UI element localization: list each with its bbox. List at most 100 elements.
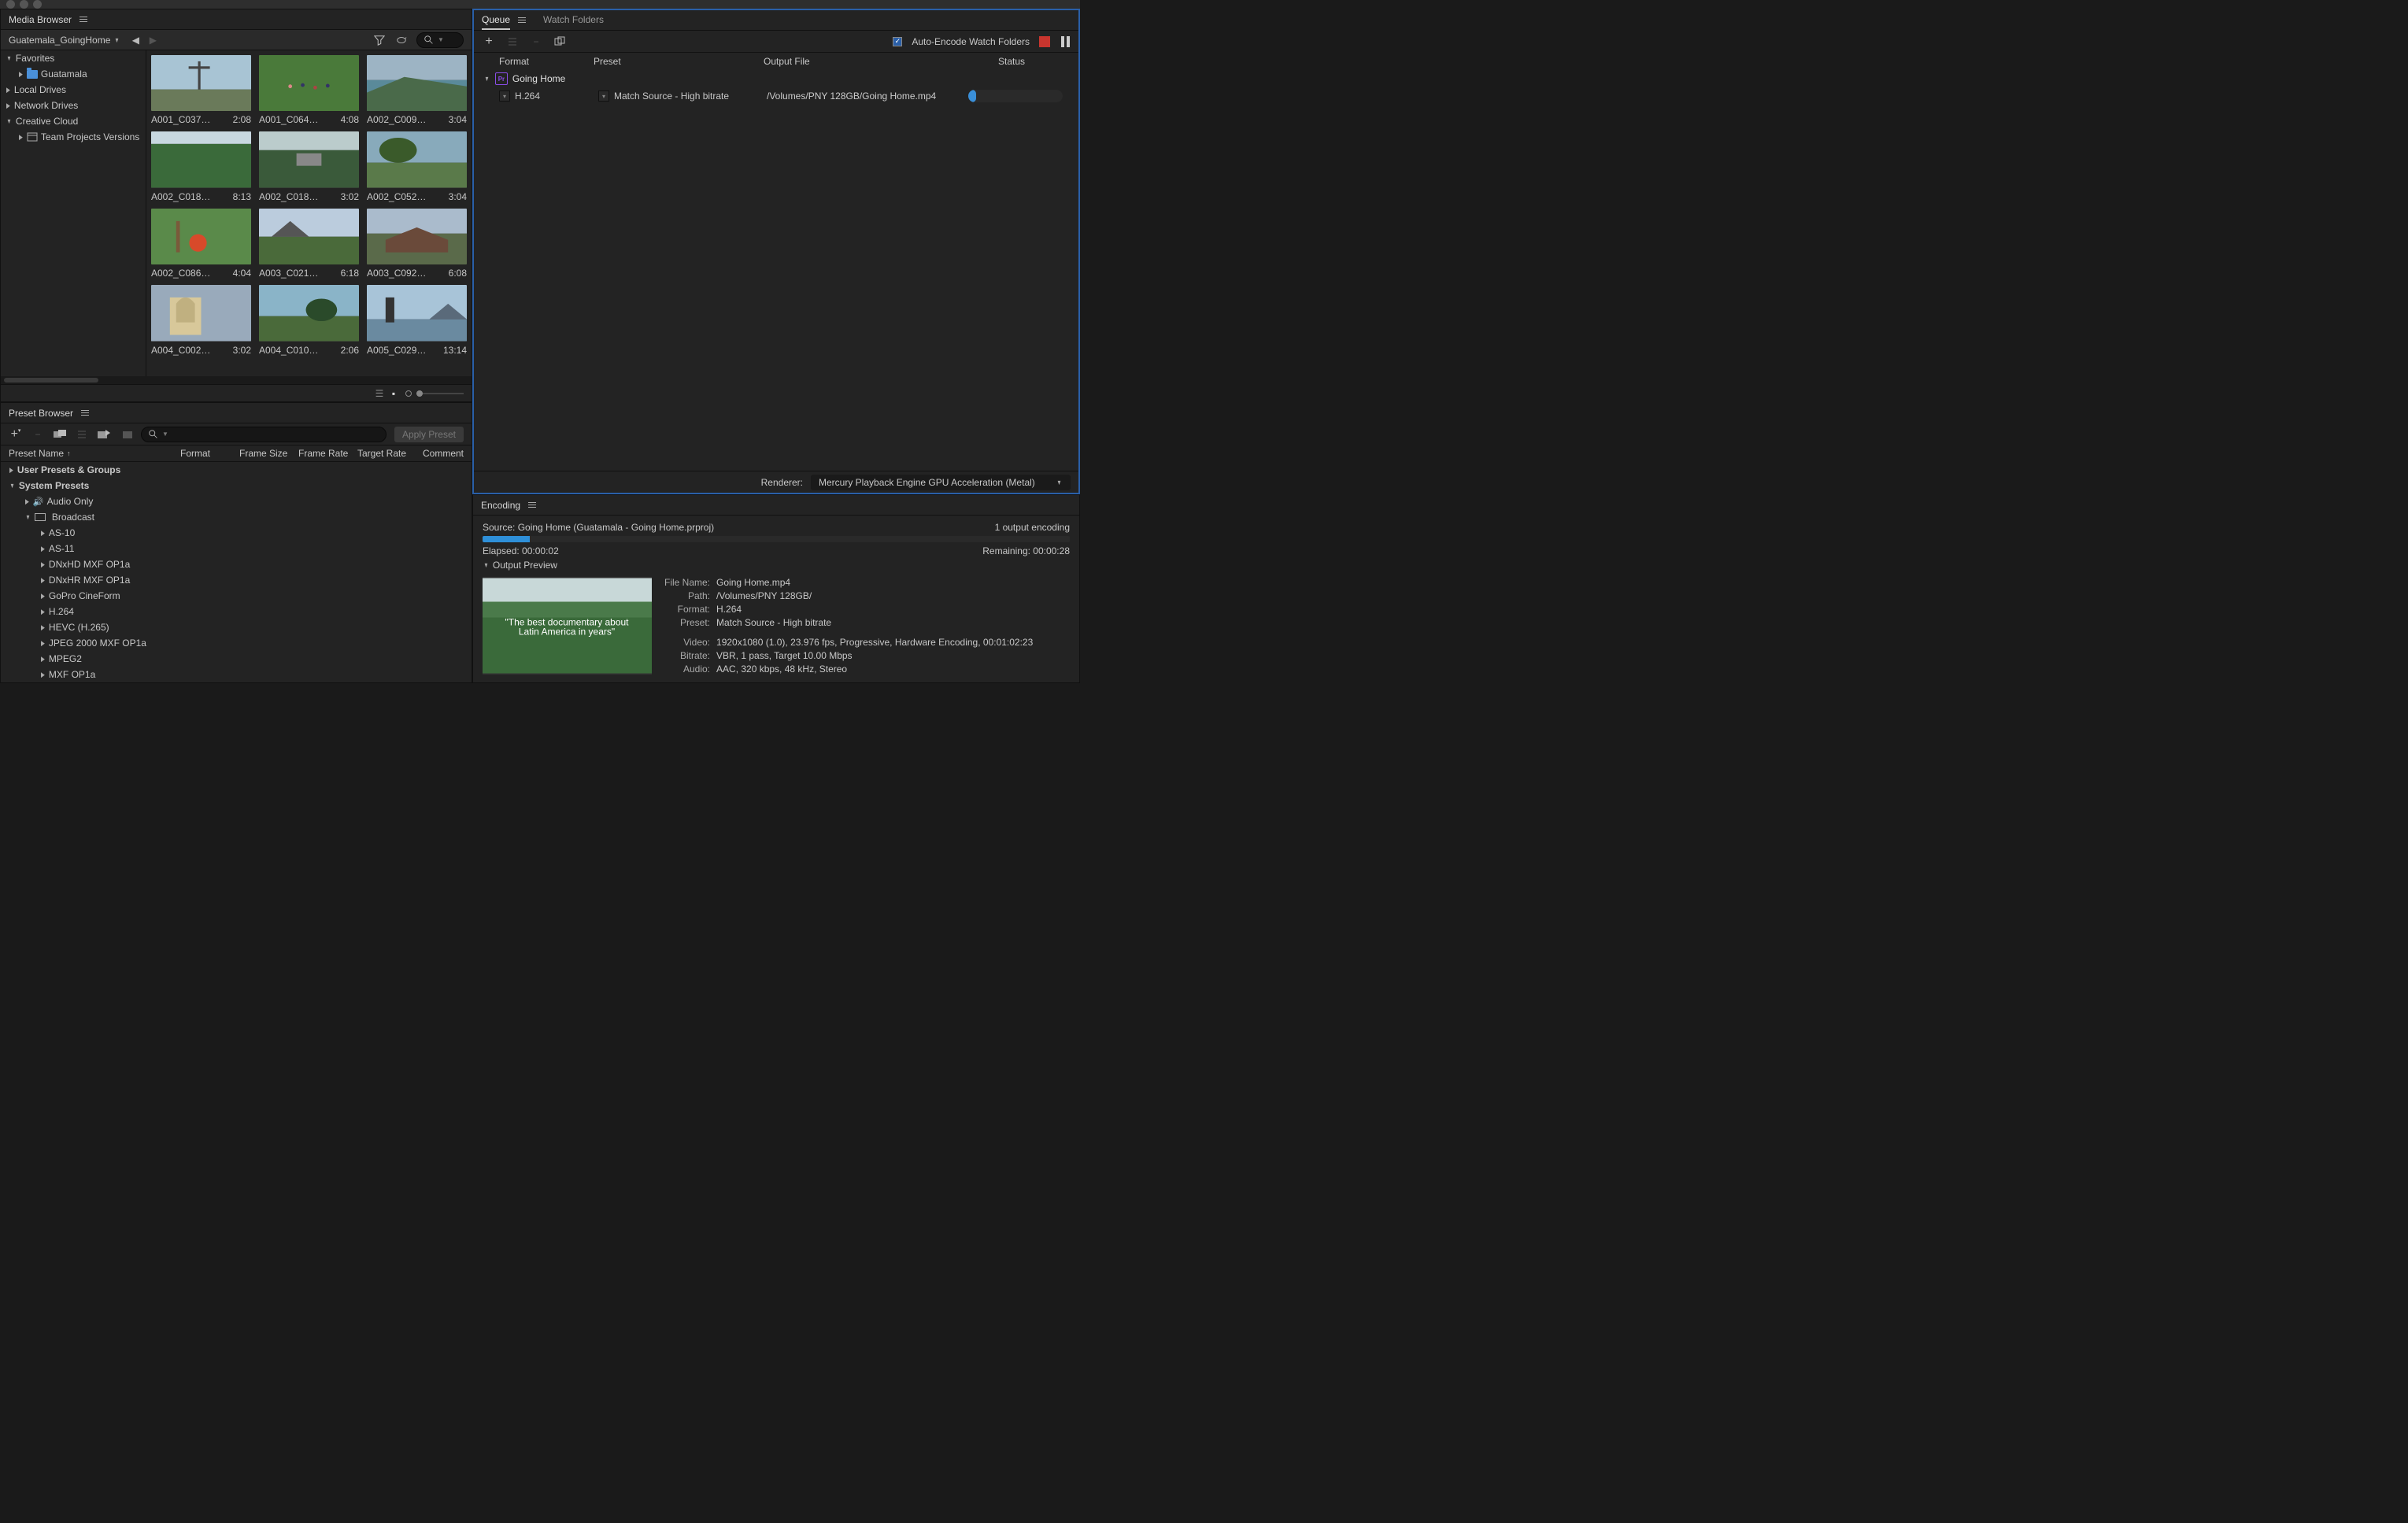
thumb-item[interactable]: A002_C086_0922...4:04 xyxy=(151,209,251,279)
pause-queue-button[interactable] xyxy=(1060,36,1071,47)
h-scrollbar[interactable] xyxy=(1,376,472,384)
output-path-link[interactable]: /Volumes/PNY 128GB/Going Home.mp4 xyxy=(767,91,964,102)
preset-import-icon[interactable] xyxy=(97,427,111,442)
remove-item-icon[interactable]: − xyxy=(529,35,543,49)
encoding-title: Encoding xyxy=(481,500,520,511)
panel-menu-icon[interactable] xyxy=(528,502,536,508)
preset-item[interactable]: H.264 xyxy=(1,604,472,619)
tab-queue[interactable]: Queue xyxy=(482,11,510,30)
preset-item[interactable]: AS-11 xyxy=(1,541,472,556)
renderer-select[interactable]: Mercury Playback Engine GPU Acceleration… xyxy=(811,475,1071,490)
nav-forward-icon[interactable]: ▶ xyxy=(146,33,160,47)
chevron-down-icon xyxy=(1056,479,1061,486)
ingest-icon[interactable] xyxy=(394,33,409,47)
thumb-item[interactable]: A005_C029_0925...13:14 xyxy=(367,285,467,355)
thumb-item[interactable]: A002_C009_09222...3:04 xyxy=(367,55,467,125)
stop-queue-button[interactable] xyxy=(1039,36,1050,47)
apply-preset-button[interactable]: Apply Preset xyxy=(394,427,464,442)
queue-panel: Queue Watch Folders + − ✓ Auto-Encode Wa… xyxy=(472,9,1080,494)
main-grid: Media Browser Guatemala_GoingHome ◀ ▶ ▼ xyxy=(0,9,1080,683)
preset-search-input[interactable]: ▼ xyxy=(141,427,387,442)
preset-audio-only[interactable]: 🔊Audio Only xyxy=(1,493,472,509)
media-browser-footer: ☰ ▪ xyxy=(1,384,472,401)
preset-browser-title: Preset Browser xyxy=(9,408,73,419)
list-view-icon[interactable]: ☰ xyxy=(374,388,385,399)
tree-fav-child[interactable]: Guatamala xyxy=(1,66,146,82)
breadcrumb[interactable]: Guatemala_GoingHome xyxy=(9,35,120,46)
preset-group-icon[interactable] xyxy=(53,427,67,442)
thumb-view-icon[interactable]: ▪ xyxy=(388,388,399,399)
panel-menu-icon[interactable] xyxy=(80,17,87,22)
panel-menu-icon[interactable] xyxy=(81,410,89,416)
tree-local-drives[interactable]: Local Drives xyxy=(1,82,146,98)
encoding-details: File Name:Going Home.mp4 Path:/Volumes/P… xyxy=(664,577,1033,675)
preset-item[interactable]: JPEG 2000 MXF OP1a xyxy=(1,635,472,651)
add-preset-icon[interactable]: +▾ xyxy=(9,427,23,442)
thumb-item[interactable]: A002_C052_0922...3:04 xyxy=(367,131,467,201)
media-browser-header: Media Browser xyxy=(1,9,472,30)
renderer-label: Renderer: xyxy=(761,477,803,488)
thumb-size-slider[interactable] xyxy=(416,393,464,394)
thumb-item[interactable]: A004_C002_0924...3:02 xyxy=(151,285,251,355)
queue-toolbar: + − ✓ Auto-Encode Watch Folders xyxy=(474,31,1078,53)
encoding-elapsed: Elapsed: 00:00:02 xyxy=(483,545,559,556)
nav-back-icon[interactable]: ◀ xyxy=(128,33,142,47)
queue-settings-icon[interactable] xyxy=(505,35,520,49)
search-icon xyxy=(424,35,435,46)
thumb-item[interactable]: A002_C018_0922...3:02 xyxy=(259,131,359,201)
zoom-knob-icon[interactable] xyxy=(405,390,412,397)
preset-dropdown[interactable]: ▾ xyxy=(598,91,609,102)
chevron-down-icon[interactable] xyxy=(483,561,488,569)
min-traffic-icon[interactable] xyxy=(20,0,28,9)
sort-asc-icon[interactable]: ↑ xyxy=(67,449,71,457)
encoding-source: Source: Going Home (Guatamala - Going Ho… xyxy=(483,522,714,533)
filter-icon[interactable] xyxy=(372,33,387,47)
media-search-input[interactable]: ▼ xyxy=(416,32,464,48)
tree-network-drives[interactable]: Network Drives xyxy=(1,98,146,113)
preset-item[interactable]: HEVC (H.265) xyxy=(1,619,472,635)
tab-watch-folders[interactable]: Watch Folders xyxy=(543,11,604,30)
duplicate-icon[interactable] xyxy=(553,35,567,49)
encoding-output-count: 1 output encoding xyxy=(995,522,1070,533)
preset-item[interactable]: DNxHD MXF OP1a xyxy=(1,556,472,572)
remove-preset-icon[interactable]: − xyxy=(31,427,45,442)
encoding-body: Source: Going Home (Guatamala - Going Ho… xyxy=(473,516,1079,682)
preset-item[interactable]: MPEG2 xyxy=(1,651,472,667)
queue-body: Pr Going Home ▾ H.264 ▾ Match Source - H… xyxy=(474,70,1078,471)
format-dropdown[interactable]: ▾ xyxy=(499,91,510,102)
output-preview-thumb: "The best documentary aboutLatin America… xyxy=(483,577,652,675)
thumb-item[interactable]: A003_C021_0923...6:18 xyxy=(259,209,359,279)
preset-broadcast[interactable]: Broadcast xyxy=(1,509,472,525)
add-source-icon[interactable]: + xyxy=(482,35,496,49)
preset-item[interactable]: DNxHR MXF OP1a xyxy=(1,572,472,588)
auto-encode-checkbox[interactable]: ✓ xyxy=(893,37,902,46)
preset-browser-panel: Preset Browser +▾ − ▼ Apply Preset Prese… xyxy=(0,402,472,683)
preset-browser-header: Preset Browser xyxy=(1,403,472,423)
queue-group[interactable]: Pr Going Home xyxy=(474,70,1078,87)
thumb-item[interactable]: A004_C010_0924...2:06 xyxy=(259,285,359,355)
thumb-item[interactable]: A002_C018_0922...8:13 xyxy=(151,131,251,201)
preset-toolbar: +▾ − ▼ Apply Preset xyxy=(1,423,472,445)
preset-export-icon[interactable] xyxy=(119,427,133,442)
thumb-item[interactable]: A001_C064_0922...4:08 xyxy=(259,55,359,125)
thumb-item[interactable]: A001_C037_0921...2:08 xyxy=(151,55,251,125)
preset-item[interactable]: MXF OP1a xyxy=(1,667,472,682)
output-preview-label: Output Preview xyxy=(493,560,557,571)
panel-menu-icon[interactable] xyxy=(518,17,526,23)
max-traffic-icon[interactable] xyxy=(33,0,42,9)
preset-settings-icon[interactable] xyxy=(75,427,89,442)
thumb-item[interactable]: A003_C092_0923...6:08 xyxy=(367,209,467,279)
media-tree: Favorites Guatamala Local Drives Network… xyxy=(1,50,146,376)
queue-item[interactable]: ▾ H.264 ▾ Match Source - High bitrate /V… xyxy=(474,87,1078,105)
tree-creative-cloud[interactable]: Creative Cloud xyxy=(1,113,146,129)
folder-icon xyxy=(27,70,38,79)
close-traffic-icon[interactable] xyxy=(6,0,15,9)
preset-group-system[interactable]: System Presets xyxy=(1,478,472,493)
tree-favorites[interactable]: Favorites xyxy=(1,50,146,66)
preset-item[interactable]: AS-10 xyxy=(1,525,472,541)
tree-team-projects[interactable]: Team Projects Versions xyxy=(1,129,146,145)
team-projects-icon xyxy=(27,132,38,142)
preset-item[interactable]: GoPro CineForm xyxy=(1,588,472,604)
preset-group-user[interactable]: User Presets & Groups xyxy=(1,462,472,478)
queue-col-headers: Format Preset Output File Status xyxy=(474,53,1078,70)
